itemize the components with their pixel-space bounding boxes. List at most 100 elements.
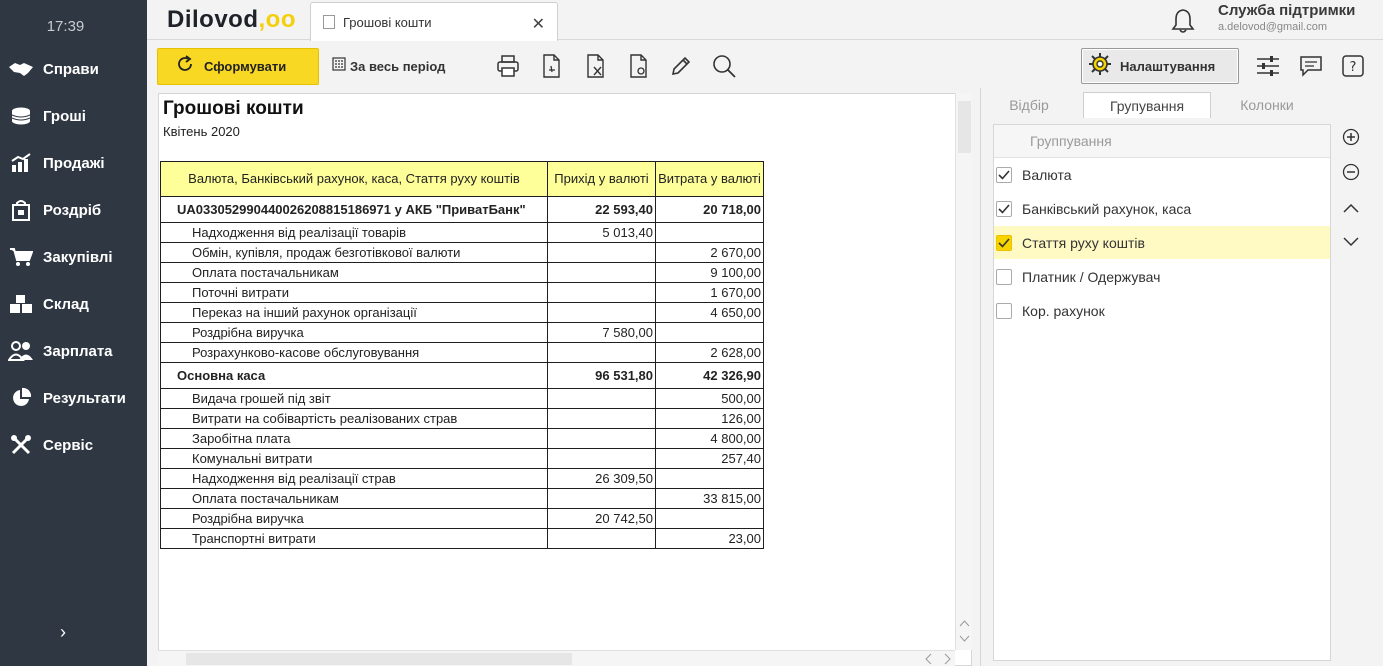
sidebar-item-results[interactable]: Результати	[0, 378, 147, 418]
remove-icon[interactable]	[1340, 161, 1362, 183]
checkbox[interactable]	[996, 234, 1012, 251]
table-row[interactable]: Роздрібна виручка 20 742,50	[160, 508, 764, 529]
period-button-label: За весь період	[350, 58, 446, 74]
sidebar-item-sales[interactable]: Продажі	[0, 143, 147, 183]
sidebar-item-salary[interactable]: Зарплата	[0, 331, 147, 371]
row-name: Транспортні витрати	[160, 528, 548, 549]
tab-cash-report[interactable]: Грошові кошти ✕	[310, 2, 558, 41]
row-income: 5 013,40	[547, 222, 656, 243]
sidebar-item-label: Гроші	[43, 107, 86, 125]
checkbox[interactable]	[996, 200, 1012, 217]
generate-button-label: Сформувати	[204, 59, 287, 74]
sidebar-item-retail[interactable]: Роздріб	[0, 190, 147, 230]
row-expense: 4 800,00	[655, 428, 764, 449]
table-row[interactable]: Заробітна плата 4 800,00	[160, 428, 764, 449]
group-row[interactable]: Основна каса 96 531,80 42 326,90	[160, 362, 764, 389]
scrollbar-thumb[interactable]	[186, 653, 572, 665]
table-row[interactable]: Переказ на інший рахунок організації 4 65…	[160, 302, 764, 323]
chevron-down-icon[interactable]	[1340, 231, 1362, 253]
table-row[interactable]: Видача грошей під звіт 500,00	[160, 388, 764, 409]
help-icon[interactable]: ?	[1339, 52, 1367, 80]
table-row[interactable]: Розрахунково-касове обслуговування 2 628,…	[160, 342, 764, 363]
grouping-item[interactable]: Платник / Одержувач	[994, 260, 1330, 293]
clock: 17:39	[46, 18, 85, 35]
generate-button[interactable]: Сформувати	[157, 48, 319, 85]
table-row[interactable]: Обмін, купівля, продаж безготівкової вал…	[160, 242, 764, 263]
sidebar-item-affairs[interactable]: Справи	[0, 49, 147, 89]
table-row[interactable]: Надходження від реалізації страв 26 309,5…	[160, 468, 764, 489]
row-name: Видача грошей під звіт	[160, 388, 548, 409]
row-income	[547, 342, 656, 363]
row-name: Комунальні витрати	[160, 448, 548, 469]
report-horizontal-scrollbar[interactable]	[158, 650, 955, 666]
row-expense: 257,40	[655, 448, 764, 469]
search-icon[interactable]	[710, 52, 738, 80]
sidebar-item-purchases[interactable]: Закупівлі	[0, 237, 147, 277]
table-row[interactable]: Роздрібна виручка 7 580,00	[160, 322, 764, 343]
print-icon[interactable]	[494, 52, 522, 80]
table-row[interactable]: Оплата постачальникам 9 100,00	[160, 262, 764, 283]
checkbox[interactable]	[996, 166, 1012, 183]
grouping-item[interactable]: Кор. рахунок	[994, 294, 1330, 327]
group-row[interactable]: UA033052990440026208815186971 у АКБ "При…	[160, 196, 764, 223]
sidebar-item-label: Справи	[43, 60, 99, 78]
checkbox[interactable]	[996, 302, 1012, 319]
close-icon[interactable]: ✕	[532, 14, 545, 34]
add-icon[interactable]	[1340, 126, 1362, 148]
row-income	[547, 388, 656, 409]
sidebar-item-label: Сервіс	[43, 436, 94, 454]
support-email: a.delovod@gmail.com	[1218, 21, 1327, 33]
grouping-list: Группування Валюта Банківський рахунок, …	[993, 124, 1331, 661]
scroll-arrows-icon[interactable]	[923, 653, 953, 665]
report-vertical-scrollbar[interactable]	[955, 93, 972, 650]
table-row[interactable]: Надходження від реалізації товарів 5 013,…	[160, 222, 764, 243]
support-block[interactable]: Служба підтримки a.delovod@gmail.com	[1218, 2, 1355, 33]
table-row[interactable]: Поточні витрати 1 670,00	[160, 282, 764, 303]
table-row[interactable]: Витрати на собівартість реалізованих стр…	[160, 408, 764, 429]
report-table: Валюта, Банківський рахунок, каса, Статт…	[160, 161, 764, 549]
row-expense	[655, 508, 764, 529]
table-row[interactable]: Оплата постачальникам 33 815,00	[160, 488, 764, 509]
scrollbar-thumb[interactable]	[958, 101, 971, 153]
export-pdf-icon[interactable]	[538, 52, 566, 80]
edit-pencil-icon[interactable]	[667, 52, 695, 80]
period-button[interactable]: За весь період	[332, 56, 445, 76]
row-expense: 33 815,00	[655, 488, 764, 509]
expand-sidebar-button[interactable]: ›	[60, 622, 66, 643]
calendar-icon	[332, 56, 346, 76]
bell-icon[interactable]	[1171, 8, 1195, 39]
sales-chart-icon	[8, 152, 34, 174]
grouping-item[interactable]: Валюта	[994, 158, 1330, 191]
refresh-icon	[176, 55, 194, 78]
chat-icon[interactable]	[1297, 52, 1325, 80]
sidebar-item-label: Закупівлі	[43, 248, 113, 266]
row-expense	[655, 322, 764, 343]
checkbox[interactable]	[996, 268, 1012, 285]
group-income: 96 531,80	[547, 362, 656, 389]
export-settings-icon[interactable]	[625, 52, 653, 80]
chevron-up-icon[interactable]	[1340, 197, 1362, 219]
sidebar-item-label: Зарплата	[43, 342, 113, 360]
tab-grouping[interactable]: Групування	[1083, 92, 1211, 118]
sidebar-item-money[interactable]: Гроші	[0, 96, 147, 136]
scroll-arrows-icon[interactable]	[959, 619, 970, 643]
tab-columns[interactable]: Колонки	[1213, 92, 1321, 118]
grouping-item-selected[interactable]: Стаття руху коштів	[994, 226, 1330, 259]
column-header: Прихід у валюті	[547, 161, 656, 197]
row-expense: 4 650,00	[655, 302, 764, 323]
checkmark-icon	[998, 237, 1010, 248]
sidebar-item-service[interactable]: Сервіс	[0, 425, 147, 465]
tab-filter[interactable]: Відбір	[989, 92, 1069, 118]
row-expense: 23,00	[655, 528, 764, 549]
table-row[interactable]: Транспортні витрати 23,00	[160, 528, 764, 549]
settings-button[interactable]: Налаштування	[1081, 48, 1239, 84]
row-income	[547, 528, 656, 549]
document-icon	[323, 15, 335, 29]
grouping-item[interactable]: Банківський рахунок, каса	[994, 192, 1330, 225]
row-name: Оплата постачальникам	[160, 262, 548, 283]
row-income	[547, 282, 656, 303]
filter-sliders-icon[interactable]	[1254, 52, 1282, 80]
sidebar-item-warehouse[interactable]: Склад	[0, 284, 147, 324]
table-row[interactable]: Комунальні витрати 257,40	[160, 448, 764, 469]
export-excel-icon[interactable]	[582, 52, 610, 80]
